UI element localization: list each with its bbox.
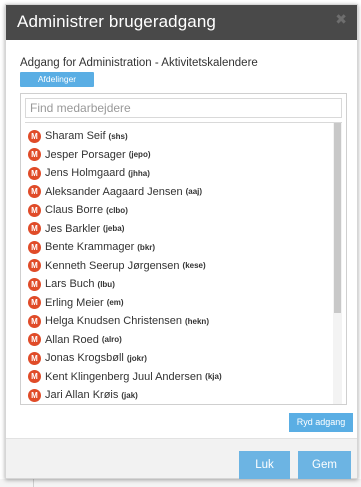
employee-name: Jesper Porsager (45, 148, 126, 161)
list-item[interactable]: M Helga Knudsen Christensen (hekn) (25, 312, 327, 331)
access-subtitle: Adgang for Administration - Aktivitetska… (20, 57, 258, 69)
employee-code: (jokr) (126, 353, 147, 363)
user-badge-icon: M (28, 351, 41, 365)
employee-name: Bente Krammager (45, 241, 135, 254)
list-item[interactable]: M Kenneth Seerup Jørgensen (kese) (25, 257, 327, 276)
employee-code: (kja) (205, 372, 222, 382)
dialog-footer: Luk Gem (6, 438, 357, 479)
dialog-titlebar: Administrer brugeradgang ✖ (6, 5, 357, 40)
employee-name: Lars Buch (45, 278, 95, 291)
user-badge-icon: M (28, 240, 41, 254)
clear-access-button[interactable]: Ryd adgang (289, 413, 353, 432)
scrollbar-thumb[interactable] (334, 123, 341, 313)
list-item[interactable]: M Jonas Krogsbøll (jokr) (25, 349, 327, 368)
employee-code: (alro) (101, 335, 122, 345)
page-backdrop-strip (0, 479, 361, 487)
employee-name: Jens Holmgaard (45, 167, 126, 180)
list-item[interactable]: M Jens Holmgaard (jhha) (25, 164, 327, 183)
user-badge-icon: M (28, 129, 41, 143)
dialog-title: Administrer brugeradgang (17, 12, 216, 31)
employee-code: (jepo) (128, 150, 151, 160)
user-badge-icon: M (28, 259, 41, 273)
user-badge-icon: M (28, 185, 41, 199)
employee-code: (jak) (121, 390, 138, 400)
list-item[interactable]: M Bente Krammager (bkr) (25, 238, 327, 257)
user-badge-icon: M (28, 314, 41, 328)
departments-button[interactable]: Afdelinger (20, 72, 94, 87)
employee-name: Jonas Krogsbøll (45, 352, 124, 365)
employee-name: Kent Klingenberg Juul Andersen (45, 370, 203, 383)
list-item[interactable]: M Lars Buch (lbu) (25, 275, 327, 294)
list-item[interactable]: M Jesper Porsager (jepo) (25, 146, 327, 165)
list-item[interactable]: M Erling Meier (em) (25, 294, 327, 313)
user-badge-icon: M (28, 388, 41, 402)
employee-code: (bkr) (137, 242, 156, 252)
list-item[interactable]: M Sharam Seif (shs) (25, 127, 327, 146)
employee-list: M Sharam Seif (shs) M Jesper Porsager (jepo) M… (25, 122, 342, 404)
user-badge-icon: M (28, 277, 41, 291)
employee-name: Erling Meier (45, 296, 104, 309)
list-item[interactable]: M Claus Borre (clbo) (25, 201, 327, 220)
user-badge-icon: M (28, 148, 41, 162)
list-item[interactable]: M Aleksander Aagaard Jensen (aaj) (25, 183, 327, 202)
employee-code: (hekn) (184, 316, 209, 326)
user-badge-icon: M (28, 203, 41, 217)
employee-name: Jes Barkler (45, 222, 101, 235)
list-item[interactable]: M Allan Roed (alro) (25, 331, 327, 350)
employee-name: Kenneth Seerup Jørgensen (45, 259, 180, 272)
employee-code: (lbu) (97, 279, 115, 289)
access-dialog: Administrer brugeradgang ✖ Adgang for Ad… (5, 4, 358, 479)
user-badge-icon: M (28, 222, 41, 236)
employee-panel: MSharam Seif(shs)MJesper Porsager(jepo)M… (20, 93, 347, 405)
employee-name: Claus Borre (45, 204, 104, 217)
employee-code: (aaj) (185, 187, 203, 197)
employee-name: Jari Allan Krøis (45, 389, 119, 402)
employee-name: Sharam Seif (45, 130, 106, 143)
user-badge-icon: M (28, 333, 41, 347)
scrollbar[interactable] (333, 123, 342, 404)
user-badge-icon: M (28, 296, 41, 310)
backdrop-divider (33, 479, 34, 487)
list-item[interactable]: M Jari Allan Krøis (jak) (25, 386, 327, 404)
employee-name: Aleksander Aagaard Jensen (45, 185, 183, 198)
save-button[interactable]: Gem (298, 451, 351, 479)
employee-code: (shs) (108, 131, 128, 141)
employee-code: (jhha) (128, 168, 150, 178)
employee-code: (clbo) (106, 205, 128, 215)
list-item[interactable]: M Jes Barkler (jeba) (25, 220, 327, 239)
close-button[interactable]: Luk (239, 451, 290, 479)
employee-name: Helga Knudsen Christensen (45, 315, 182, 328)
search-input[interactable] (25, 98, 342, 118)
user-badge-icon: M (28, 370, 41, 384)
employee-list-items: M Sharam Seif (shs) M Jesper Porsager (jepo) M… (25, 127, 327, 404)
user-badge-icon: M (28, 166, 41, 180)
employee-code: (kese) (182, 261, 206, 271)
employee-name: Allan Roed (45, 333, 99, 346)
employee-code: (jeba) (103, 224, 125, 234)
list-item[interactable]: M Kent Klingenberg Juul Andersen (kja) (25, 368, 327, 387)
close-icon[interactable]: ✖ (335, 12, 347, 28)
employee-code: (em) (106, 298, 124, 308)
